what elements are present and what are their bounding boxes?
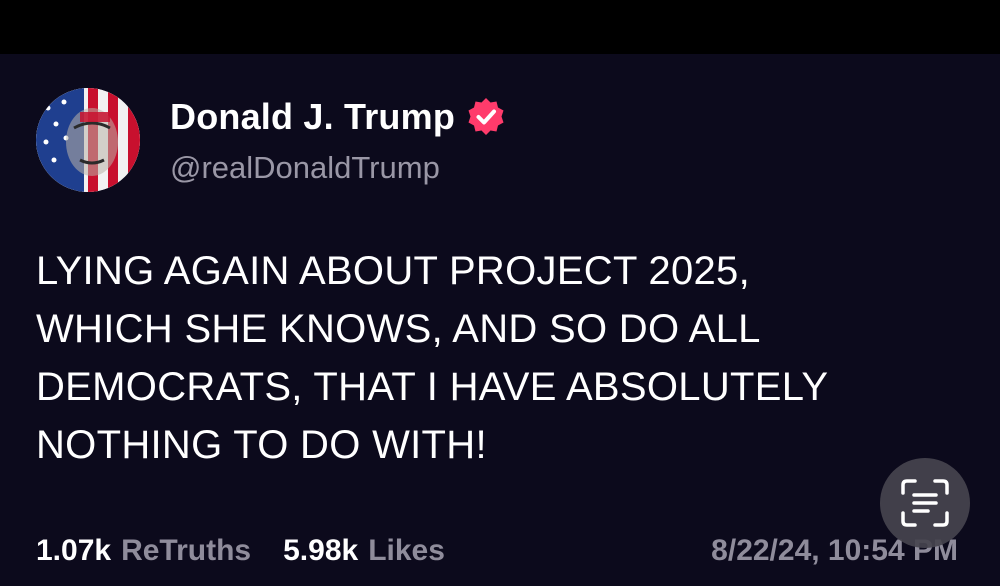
flag-portrait-avatar (36, 88, 140, 192)
retruths-count[interactable]: 1.07k (36, 534, 111, 568)
post-text-line: NOTHING TO DO WITH! (36, 423, 487, 467)
user-handle[interactable]: @realDonaldTrump (170, 150, 440, 186)
post-card: Donald J. Trump @realDonaldTrump LYING A… (0, 54, 1000, 586)
post-text: LYING AGAIN ABOUT PROJECT 2025, WHICH SH… (36, 242, 916, 474)
likes-count[interactable]: 5.98k (283, 534, 358, 568)
post-text-line: LYING AGAIN ABOUT PROJECT 2025, (36, 249, 751, 293)
display-name[interactable]: Donald J. Trump (170, 96, 455, 138)
retruths-label[interactable]: ReTruths (121, 534, 251, 568)
avatar[interactable] (36, 88, 140, 192)
engagement-stats: 1.07k ReTruths 5.98k Likes (36, 534, 467, 568)
screenshot: Donald J. Trump @realDonaldTrump LYING A… (0, 0, 1000, 586)
author-row: Donald J. Trump (170, 96, 507, 138)
likes-label[interactable]: Likes (368, 534, 445, 568)
live-text-button[interactable] (880, 458, 970, 548)
post-text-line: DEMOCRATS, THAT I HAVE ABSOLUTELY (36, 365, 829, 409)
verified-check-icon (465, 96, 507, 138)
text-scan-icon (901, 479, 949, 527)
post-text-line: WHICH SHE KNOWS, AND SO DO ALL (36, 307, 761, 351)
